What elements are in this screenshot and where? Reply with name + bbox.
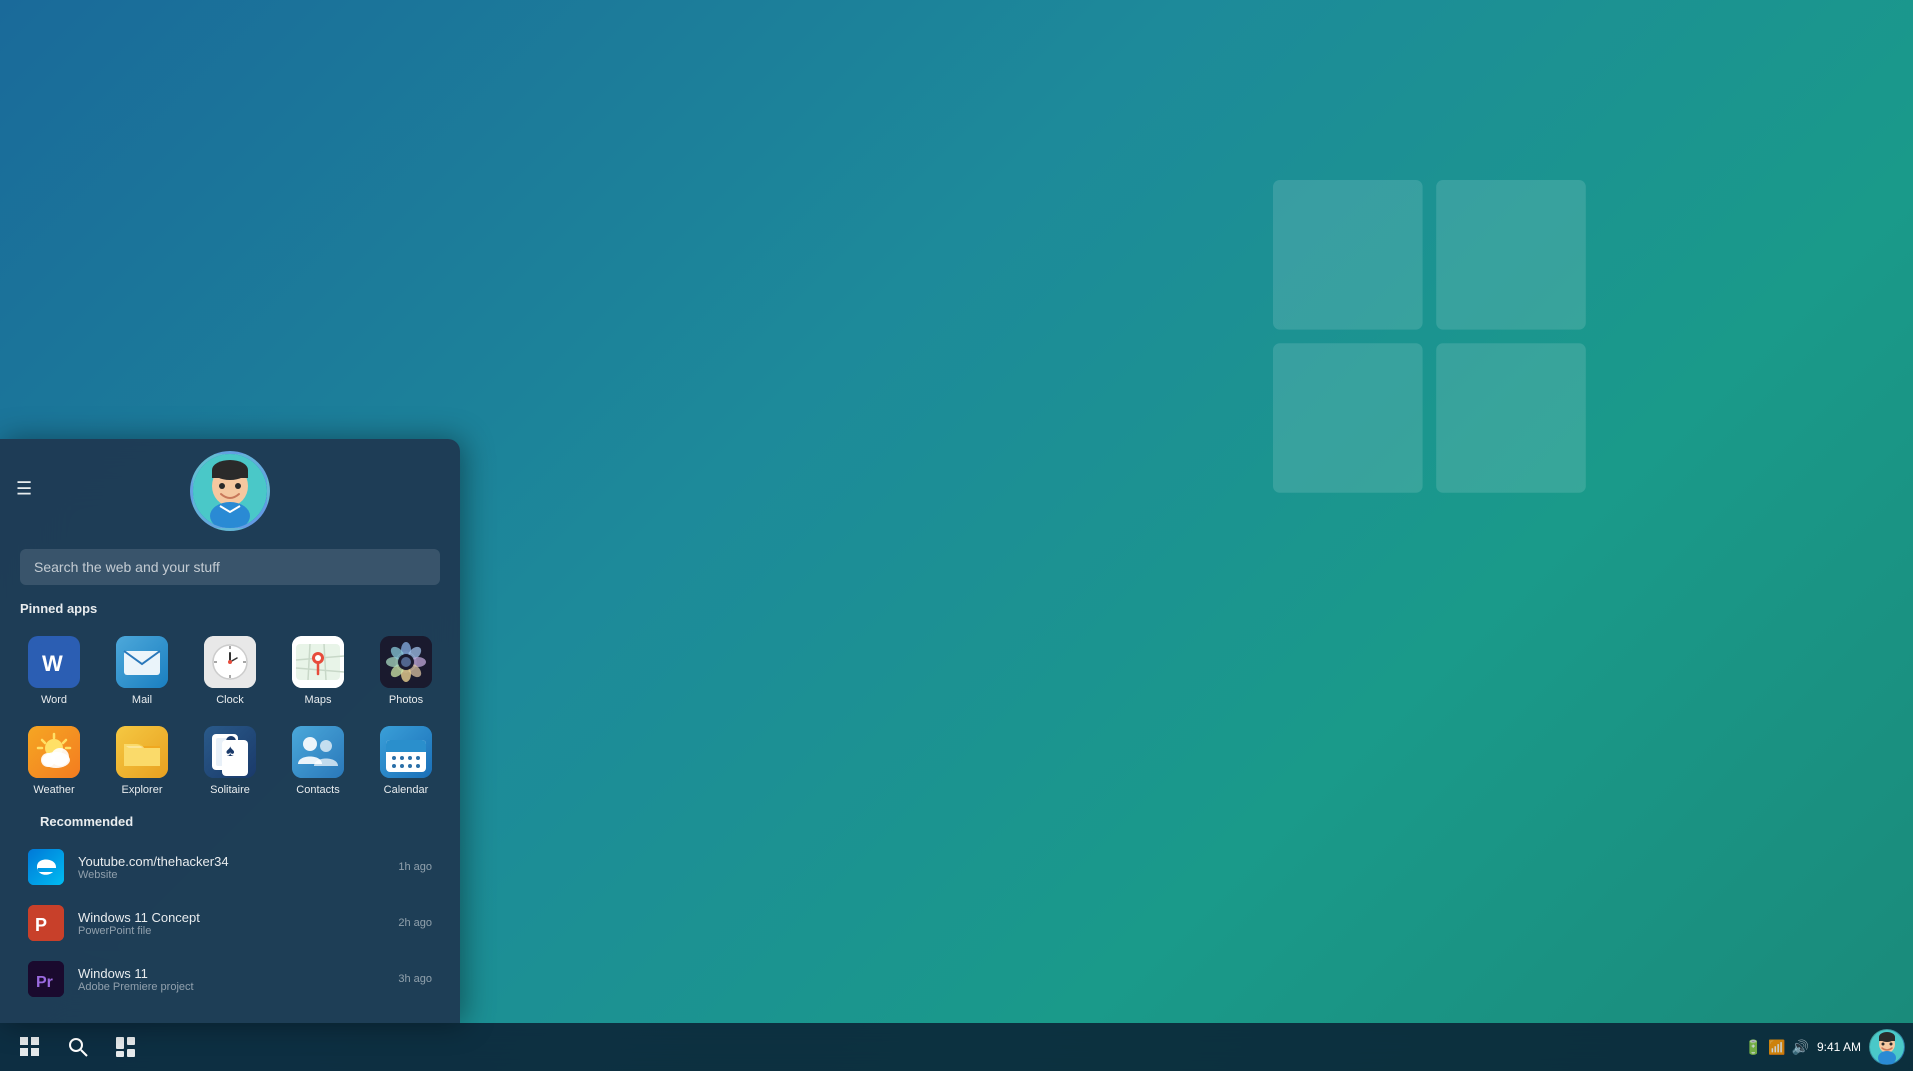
app-solitaire[interactable]: ♠ Solitaire	[186, 716, 274, 806]
rec-win11-time: 3h ago	[398, 973, 432, 985]
maps-icon	[292, 636, 344, 688]
contacts-label: Contacts	[296, 784, 339, 796]
clock-label: Clock	[216, 694, 244, 706]
desktop: ☰	[0, 0, 1913, 1071]
pinned-apps-grid: W Word Mail	[0, 626, 460, 806]
rec-youtube-time: 1h ago	[398, 861, 432, 873]
rec-youtube-title: Youtube.com/thehacker34	[78, 854, 384, 869]
rec-win11concept-subtitle: PowerPoint file	[78, 925, 384, 937]
hamburger-button[interactable]: ☰	[16, 479, 32, 500]
search-button[interactable]	[56, 1025, 100, 1069]
task-view-button[interactable]	[104, 1025, 148, 1069]
word-label: Word	[41, 694, 67, 706]
start-button[interactable]	[8, 1025, 52, 1069]
app-contacts[interactable]: Contacts	[274, 716, 362, 806]
search-bar[interactable]: Search the web and your stuff	[20, 549, 440, 585]
pinned-apps-label: Pinned apps	[0, 601, 460, 626]
word-icon: W	[28, 636, 80, 688]
calendar-icon	[380, 726, 432, 778]
rec-win11-info: Windows 11 Adobe Premiere project	[78, 966, 384, 993]
explorer-label: Explorer	[122, 784, 163, 796]
svg-text:Pr: Pr	[36, 974, 53, 991]
mail-label: Mail	[132, 694, 152, 706]
app-maps[interactable]: Maps	[274, 626, 362, 716]
clock-icon	[204, 636, 256, 688]
rec-win11-title: Windows 11	[78, 966, 384, 981]
rec-win11concept-info: Windows 11 Concept PowerPoint file	[78, 910, 384, 937]
mail-icon	[116, 636, 168, 688]
photos-label: Photos	[389, 694, 423, 706]
wifi-icon: 📶	[1768, 1039, 1785, 1056]
rec-youtube[interactable]: Youtube.com/thehacker34 Website 1h ago	[20, 839, 440, 895]
rec-win11concept[interactable]: P Windows 11 Concept PowerPoint file 2h …	[20, 895, 440, 951]
solitaire-label: Solitaire	[210, 784, 250, 796]
taskbar: 🔋 📶 🔊 9:41 AM	[0, 1023, 1913, 1071]
rec-win11concept-title: Windows 11 Concept	[78, 910, 384, 925]
app-mail[interactable]: Mail	[98, 626, 186, 716]
rec-win11[interactable]: Pr Windows 11 Adobe Premiere project 3h …	[20, 951, 440, 1007]
volume-icon: 🔊	[1792, 1039, 1809, 1056]
user-avatar-area: ☰	[0, 439, 460, 539]
edge-icon	[28, 849, 64, 885]
contacts-icon	[292, 726, 344, 778]
search-placeholder: Search the web and your stuff	[34, 559, 220, 575]
svg-text:W: W	[42, 651, 63, 676]
battery-icon: 🔋	[1745, 1039, 1762, 1056]
system-tray-icons: 🔋 📶 🔊	[1745, 1039, 1809, 1056]
explorer-icon	[116, 726, 168, 778]
weather-icon	[28, 726, 80, 778]
maps-label: Maps	[305, 694, 332, 706]
rec-win11-subtitle: Adobe Premiere project	[78, 981, 384, 993]
app-photos[interactable]: Photos	[362, 626, 450, 716]
app-weather[interactable]: Weather	[10, 716, 98, 806]
app-calendar[interactable]: Calendar	[362, 716, 450, 806]
weather-label: Weather	[33, 784, 74, 796]
app-clock[interactable]: Clock	[186, 626, 274, 716]
premiere-icon: Pr	[28, 961, 64, 997]
app-explorer[interactable]: Explorer	[98, 716, 186, 806]
ppt-icon: P	[28, 905, 64, 941]
taskbar-right: 🔋 📶 🔊 9:41 AM	[1745, 1029, 1905, 1065]
taskbar-left	[8, 1025, 148, 1069]
calendar-label: Calendar	[384, 784, 429, 796]
solitaire-icon: ♠	[204, 726, 256, 778]
app-word[interactable]: W Word	[10, 626, 98, 716]
svg-text:♠: ♠	[226, 743, 235, 760]
rec-win11concept-time: 2h ago	[398, 917, 432, 929]
svg-text:P: P	[35, 915, 47, 935]
user-avatar[interactable]	[190, 451, 270, 531]
recommended-label: Recommended	[20, 814, 440, 839]
start-menu: ☰	[0, 439, 460, 1023]
rec-youtube-subtitle: Website	[78, 869, 384, 881]
recommended-section: Recommended Youtube.com/thehacker34 Webs…	[0, 814, 460, 1007]
taskbar-avatar[interactable]	[1869, 1029, 1905, 1065]
rec-youtube-info: Youtube.com/thehacker34 Website	[78, 854, 384, 881]
time-display[interactable]: 9:41 AM	[1817, 1039, 1861, 1056]
photos-icon	[380, 636, 432, 688]
windows-logo-watermark	[1273, 180, 1613, 520]
